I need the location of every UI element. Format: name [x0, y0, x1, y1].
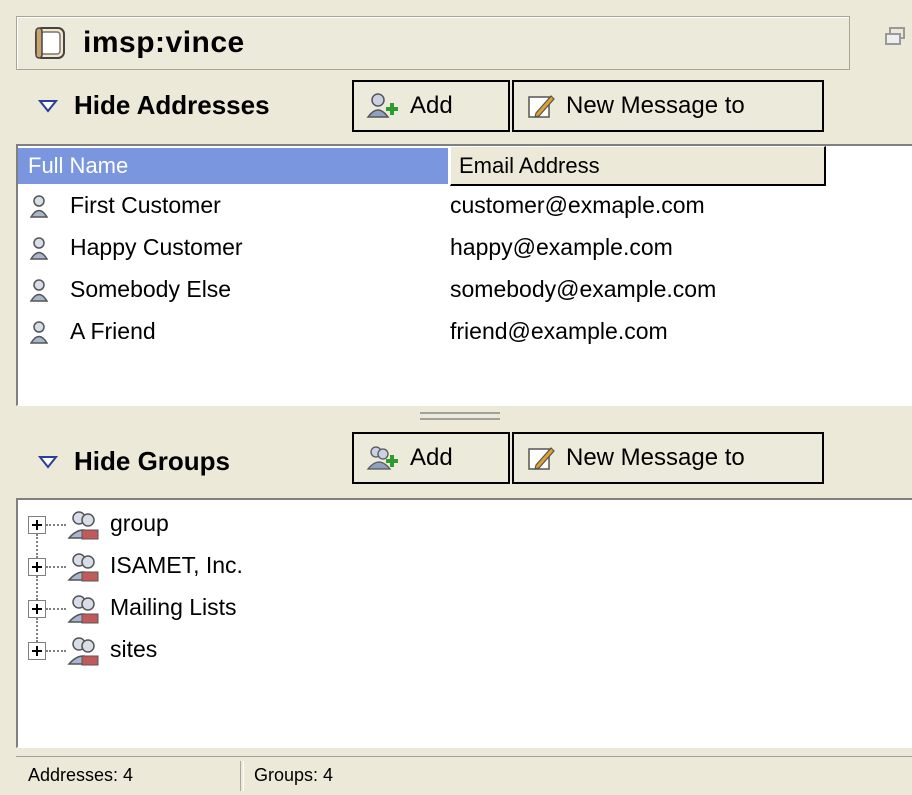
tree-connector	[46, 650, 66, 652]
plus-expander-icon[interactable]	[28, 642, 46, 660]
tree-connector	[46, 524, 66, 526]
contact-name: First Customer	[70, 192, 221, 218]
new-message-to-label: New Message to	[566, 92, 745, 119]
groups-header: Hide Groups Add New Message to	[24, 432, 824, 488]
contact-name: Somebody Else	[70, 276, 232, 302]
compose-icon	[528, 95, 555, 118]
contact-email: customer@exmaple.com	[450, 192, 705, 218]
hide-addresses-label: Hide Addresses	[74, 90, 270, 120]
window-title-bar: imsp:vince	[16, 16, 850, 70]
collapse-triangle-icon	[38, 99, 58, 113]
addresses-header: Hide Addresses Add New Message to	[24, 80, 824, 136]
address-book-icon	[35, 27, 65, 59]
table-row[interactable]: Happy Customer happy@example.com	[18, 228, 912, 270]
group-label: sites	[110, 636, 158, 662]
table-row[interactable]: A Friend friend@example.com	[18, 312, 912, 354]
tree-item[interactable]: group	[18, 504, 912, 558]
collapse-triangle-icon	[38, 455, 58, 469]
contact-email: friend@example.com	[450, 318, 668, 344]
addresses-list[interactable]: Full Name Email Address First Customer cu…	[16, 144, 912, 406]
compose-icon	[528, 447, 555, 470]
plus-expander-icon[interactable]	[28, 516, 46, 534]
group-icon	[67, 595, 99, 624]
group-icon	[67, 511, 99, 540]
tree-item[interactable]: ISAMET, Inc.	[18, 546, 912, 600]
add-contact-icon	[366, 93, 398, 118]
addresses-column-headers: Full Name Email Address	[18, 146, 912, 186]
contact-name: Happy Customer	[70, 234, 243, 260]
add-group-button[interactable]: Add	[352, 432, 510, 484]
person-icon	[30, 195, 48, 218]
plus-expander-icon[interactable]	[28, 600, 46, 618]
groups-tree[interactable]: group ISAMET, Inc. Mailing Lists sites	[16, 498, 912, 748]
tree-item[interactable]: Mailing Lists	[18, 588, 912, 642]
group-icon	[67, 553, 99, 582]
group-label: Mailing Lists	[110, 594, 237, 620]
contact-email: somebody@example.com	[450, 276, 717, 302]
group-label: ISAMET, Inc.	[110, 552, 243, 578]
groups-count: Groups: 4	[254, 765, 334, 785]
restore-window-icon[interactable]	[884, 26, 912, 48]
hide-groups-toggle[interactable]: Hide Groups	[38, 446, 230, 477]
add-group-icon	[366, 446, 398, 470]
full-name-column-header[interactable]: Full Name	[18, 148, 448, 184]
plus-expander-icon[interactable]	[28, 558, 46, 576]
contact-name: A Friend	[70, 318, 156, 344]
add-group-label: Add	[410, 444, 453, 471]
tree-connector	[46, 608, 66, 610]
status-bar: Addresses: 4 Groups: 4	[16, 756, 912, 795]
hide-groups-label: Hide Groups	[74, 446, 231, 476]
new-message-to-group-button[interactable]: New Message to	[512, 432, 824, 484]
status-divider	[240, 761, 244, 791]
hide-addresses-toggle[interactable]: Hide Addresses	[38, 90, 270, 121]
table-row[interactable]: First Customer customer@exmaple.com	[18, 186, 912, 228]
new-message-to-address-button[interactable]: New Message to	[512, 80, 824, 132]
tree-connector	[46, 566, 66, 568]
person-icon	[30, 237, 48, 260]
new-message-to-label: New Message to	[566, 444, 745, 471]
group-icon	[67, 637, 99, 666]
contact-email: happy@example.com	[450, 234, 673, 260]
addresses-count: Addresses: 4	[28, 765, 134, 785]
person-icon	[30, 321, 48, 344]
group-label: group	[110, 510, 169, 536]
add-address-label: Add	[410, 92, 453, 119]
tree-item[interactable]: sites	[18, 630, 912, 672]
window-title: imsp:vince	[83, 26, 245, 59]
add-address-button[interactable]: Add	[352, 80, 510, 132]
email-column-header[interactable]: Email Address	[450, 146, 826, 186]
pane-splitter[interactable]	[420, 412, 500, 420]
table-row[interactable]: Somebody Else somebody@example.com	[18, 270, 912, 312]
person-icon	[30, 279, 48, 302]
